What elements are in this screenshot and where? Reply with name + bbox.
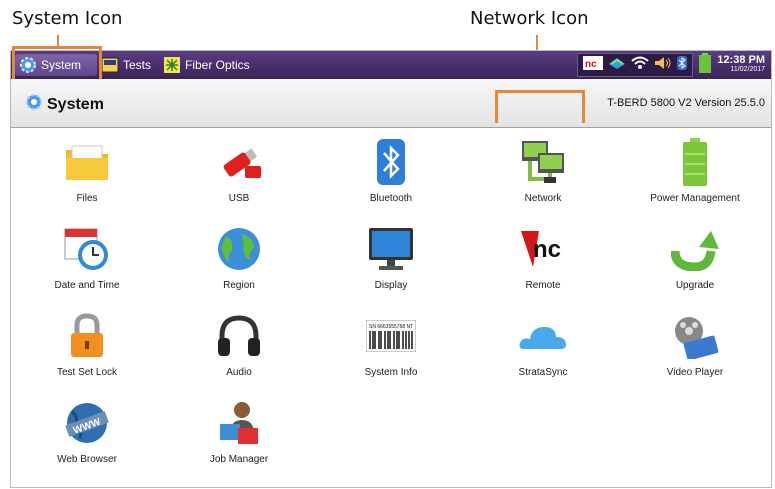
page-title-text: System bbox=[47, 95, 104, 113]
app-label: Test Set Lock bbox=[56, 367, 118, 378]
app-tile-web-browser[interactable]: WWW Web Browser bbox=[11, 388, 163, 475]
app-tile-bluetooth[interactable]: Bluetooth bbox=[315, 127, 467, 214]
app-label: Remote bbox=[525, 280, 561, 291]
app-grid: Files USB Bluetooth Network Power Manage bbox=[11, 127, 771, 487]
bluetooth-icon bbox=[366, 137, 416, 187]
barcode-text: SN 6663555768 NT bbox=[369, 324, 413, 330]
wifi-icon[interactable] bbox=[631, 56, 649, 75]
app-tile-date-and-time[interactable]: Date and Time bbox=[11, 214, 163, 301]
app-tile-system-info[interactable]: SN 6663555768 NT System Info bbox=[315, 301, 467, 388]
film-reel-icon bbox=[670, 311, 720, 361]
svg-text:nc: nc bbox=[585, 59, 597, 70]
taskbar-tests-label: Tests bbox=[123, 58, 152, 72]
app-tile-files[interactable]: Files bbox=[11, 127, 163, 214]
page-header: System T-BERD 5800 V2 Version 25.5.0 bbox=[11, 79, 771, 128]
app-label: Network bbox=[524, 193, 562, 204]
svg-text:nc: nc bbox=[533, 236, 561, 263]
app-label: Bluetooth bbox=[369, 193, 413, 204]
app-tile-usb[interactable]: USB bbox=[163, 127, 315, 214]
app-label: Job Manager bbox=[209, 454, 269, 465]
app-label: System Info bbox=[364, 367, 418, 378]
taskbar-fiber-optics-label: Fiber Optics bbox=[185, 58, 250, 72]
app-label: StrataSync bbox=[518, 367, 568, 378]
globe-icon bbox=[214, 224, 264, 274]
app-label: Files bbox=[76, 193, 98, 204]
app-tile-power-management[interactable]: Power Management bbox=[619, 127, 771, 214]
clock-time: 12:38 PM bbox=[717, 54, 765, 66]
system-icon-callout: System Icon bbox=[12, 8, 123, 29]
app-tile-audio[interactable]: Audio bbox=[163, 301, 315, 388]
remote-vnc-icon: nc bbox=[518, 224, 568, 274]
app-label: Video Player bbox=[666, 367, 724, 378]
status-area: nc 12:38 PM 11/02/2017 bbox=[577, 52, 771, 78]
network-status-icon[interactable] bbox=[608, 56, 626, 75]
volume-icon[interactable] bbox=[654, 56, 672, 75]
version-text: T-BERD 5800 V2 Version 25.5.0 bbox=[607, 97, 765, 109]
app-tile-video-player[interactable]: Video Player bbox=[619, 301, 771, 388]
system-icon-highlight bbox=[12, 46, 102, 79]
taskbar-fiber-optics-button[interactable]: Fiber Optics bbox=[163, 54, 250, 76]
app-label: Region bbox=[223, 280, 255, 291]
app-tile-remote[interactable]: nc Remote bbox=[467, 214, 619, 301]
taskbar-tests-button[interactable]: Tests bbox=[101, 54, 151, 76]
gear-icon bbox=[25, 93, 43, 116]
app-label: Upgrade bbox=[675, 280, 715, 291]
network-icon-callout: Network Icon bbox=[470, 8, 589, 29]
battery-icon bbox=[670, 137, 720, 187]
device-screen: System Tests Fiber Optics nc 12:38 PM 11… bbox=[10, 50, 772, 488]
folder-icon bbox=[62, 137, 112, 187]
app-tile-region[interactable]: Region bbox=[163, 214, 315, 301]
clock[interactable]: 12:38 PM 11/02/2017 bbox=[717, 55, 765, 75]
tests-icon bbox=[101, 56, 119, 74]
app-label: USB bbox=[228, 193, 250, 204]
cloud-icon bbox=[518, 311, 568, 361]
app-tile-upgrade[interactable]: Upgrade bbox=[619, 214, 771, 301]
app-tile-job-manager[interactable]: Job Manager bbox=[163, 388, 315, 475]
app-tile-network[interactable]: Network bbox=[467, 127, 619, 214]
usb-icon bbox=[214, 137, 264, 187]
battery-status-icon[interactable] bbox=[699, 52, 712, 78]
status-tray: nc bbox=[577, 53, 694, 77]
app-label: Display bbox=[374, 280, 408, 291]
page-title: System bbox=[25, 93, 104, 116]
app-label: Web Browser bbox=[57, 454, 117, 465]
app-tile-stratasync[interactable]: StrataSync bbox=[467, 301, 619, 388]
calendar-clock-icon bbox=[62, 224, 112, 274]
vnc-status-icon[interactable]: nc bbox=[583, 55, 604, 75]
barcode-icon: SN 6663555768 NT bbox=[366, 311, 416, 361]
app-tile-display[interactable]: Display bbox=[315, 214, 467, 301]
fiber-optics-icon bbox=[163, 56, 181, 74]
upgrade-arrow-icon bbox=[670, 224, 720, 274]
app-label: Audio bbox=[226, 367, 252, 378]
app-label: Date and Time bbox=[54, 280, 120, 291]
headphones-icon bbox=[214, 311, 264, 361]
clock-date: 11/02/2017 bbox=[730, 66, 765, 73]
network-icon bbox=[518, 137, 568, 187]
bluetooth-status-icon[interactable] bbox=[677, 55, 688, 75]
monitor-icon bbox=[366, 224, 416, 274]
www-globe-icon: WWW bbox=[62, 398, 112, 448]
app-tile-test-set-lock[interactable]: Test Set Lock bbox=[11, 301, 163, 388]
lock-icon bbox=[62, 311, 112, 361]
taskbar: System Tests Fiber Optics nc 12:38 PM 11… bbox=[11, 51, 771, 79]
job-manager-icon bbox=[214, 398, 264, 448]
app-label: Power Management bbox=[650, 193, 740, 204]
